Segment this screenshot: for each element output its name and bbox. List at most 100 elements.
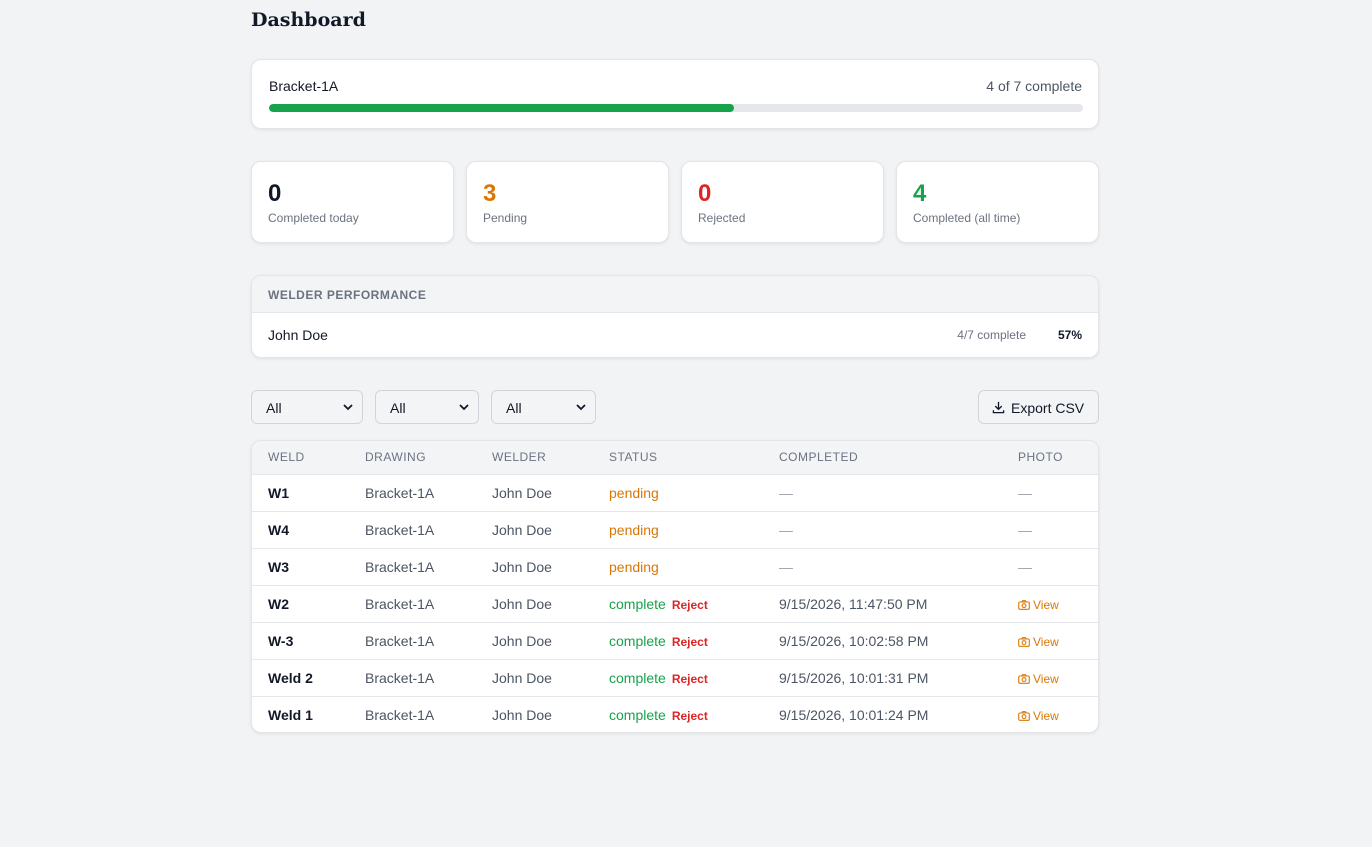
cell-drawing: Bracket-1A [349,585,476,623]
cell-status: complete Reject [593,696,763,732]
progress-bar-fill [269,104,735,112]
welder-performance-card: WELDER PERFORMANCE John Doe 4/7 complete… [251,275,1099,358]
cell-photo: View [1002,659,1098,697]
stat-label: Pending [483,211,528,225]
progress-drawing-name: Bracket-1A [269,78,339,94]
reject-button[interactable]: Reject [672,709,708,723]
table-row: W4 Bracket-1A John Doe pending — — [252,511,1098,549]
filter-select-2[interactable]: All [375,390,479,424]
cell-welder: John Doe [476,511,593,549]
table-row: W1 Bracket-1A John Doe pending — — [252,474,1098,512]
download-icon [992,401,1005,414]
table-row: W-3 Bracket-1A John Doe complete Reject 9/15/… [252,622,1098,660]
status-text: pending [609,558,659,575]
cell-completed: — [763,474,1002,512]
view-photo-link[interactable]: View [1018,598,1059,612]
reject-button[interactable]: Reject [672,635,708,649]
cell-status: pending [593,548,763,586]
completed-time: 9/15/2026, 10:01:24 PM [779,706,929,723]
status-text: pending [609,484,659,501]
reject-button[interactable]: Reject [672,598,708,612]
welder-name: John Doe [268,327,328,343]
stat-label: Completed (all time) [913,211,1021,225]
filter-select-value: All [506,400,522,416]
view-photo-label: View [1033,708,1059,723]
cell-weld: W-3 [252,622,349,660]
status-text: complete [609,706,666,723]
column-header-drawing: DRAWING [349,441,476,475]
stat-value: 3 [483,180,497,207]
cell-status: complete Reject [593,622,763,660]
cell-photo: — [1002,474,1098,512]
cell-weld: Weld 2 [252,659,349,697]
cell-photo: View [1002,622,1098,660]
cell-drawing: Bracket-1A [349,548,476,586]
cell-weld: W3 [252,548,349,586]
view-photo-link[interactable]: View [1018,672,1059,686]
cell-drawing: Bracket-1A [349,622,476,660]
column-header-photo: PHOTO [1002,441,1098,475]
filter-select-3[interactable]: All [491,390,596,424]
photo-empty: — [1018,521,1032,538]
stat-value: 0 [268,180,282,207]
status-text: complete [609,632,666,649]
drawing-progress-card: Bracket-1A 4 of 7 complete [251,59,1099,129]
filter-select-value: All [390,400,406,416]
stat-completed-all-time: 4 Completed (all time) [896,161,1099,243]
cell-completed: 9/15/2026, 10:02:58 PM [763,622,1002,660]
cell-status: complete Reject [593,659,763,697]
progress-count: 4 of 7 complete [986,78,1082,94]
chevron-down-icon [459,404,469,411]
cell-welder: John Doe [476,548,593,586]
table-header-row: WELD DRAWING WELDER STATUS COMPLETED PHO… [252,441,1098,475]
column-header-status: STATUS [593,441,763,475]
status-text: pending [609,521,659,538]
reject-button[interactable]: Reject [672,672,708,686]
completed-time: 9/15/2026, 10:01:31 PM [779,669,929,686]
cell-welder: John Doe [492,706,552,723]
welds-table: WELD DRAWING WELDER STATUS COMPLETED PHO… [252,441,1098,732]
cell-completed: 9/15/2026, 10:01:31 PM [763,659,1002,697]
cell-welder: John Doe [476,585,593,623]
camera-icon [1018,673,1030,684]
table-row: Weld 2 Bracket-1A John Doe complete Reject 9/… [252,659,1098,697]
chevron-down-icon [343,404,353,411]
cell-completed: 9/15/2026, 11:47:50 PM [763,585,1002,623]
chevron-down-icon [576,404,586,411]
cell-drawing: Bracket-1A [349,474,476,512]
progress-bar [269,104,1083,112]
stat-pending: 3 Pending [466,161,669,243]
cell-photo: — [1002,511,1098,549]
view-photo-link[interactable]: View [1018,635,1059,649]
column-header-weld: WELD [252,441,349,475]
export-csv-button[interactable]: Export CSV [978,390,1099,424]
welds-table-card: WELD DRAWING WELDER STATUS COMPLETED PHO… [251,440,1099,733]
export-csv-label: Export CSV [1011,400,1085,416]
view-photo-link[interactable]: View [1018,709,1059,723]
stat-label: Rejected [698,211,746,225]
welder-performance-row: John Doe 4/7 complete 57% [252,313,1098,357]
completed-time: — [779,558,793,575]
filter-select-1[interactable]: All [251,390,363,424]
welder-performance-heading: WELDER PERFORMANCE [252,276,1098,313]
cell-completed: — [763,511,1002,549]
column-header-welder: WELDER [476,441,593,475]
welder-complete-count: 4/7 complete [957,328,1026,342]
welder-complete-percent: 57% [1057,328,1082,342]
completed-time: — [779,484,793,501]
completed-time: 9/15/2026, 11:47:50 PM [779,595,928,612]
camera-icon [1018,636,1030,647]
cell-photo: View [1002,585,1098,623]
cell-photo: — [1002,548,1098,586]
photo-empty: — [1018,558,1032,575]
stat-rejected: 0 Rejected [681,161,884,243]
welds-table-body: W1 Bracket-1A John Doe pending — — W4 Bracket-1… [252,474,1098,732]
stats-row: 0 Completed today 3 Pending 0 Rejected 4… [251,161,1099,243]
cell-drawing: Bracket-1A [349,659,476,697]
cell-welder: John Doe [476,659,593,697]
stat-label: Completed today [268,211,359,225]
cell-drawing: Bracket-1A [349,511,476,549]
view-photo-label: View [1033,671,1059,686]
cell-weld: W4 [252,511,349,549]
stat-completed-today: 0 Completed today [251,161,454,243]
